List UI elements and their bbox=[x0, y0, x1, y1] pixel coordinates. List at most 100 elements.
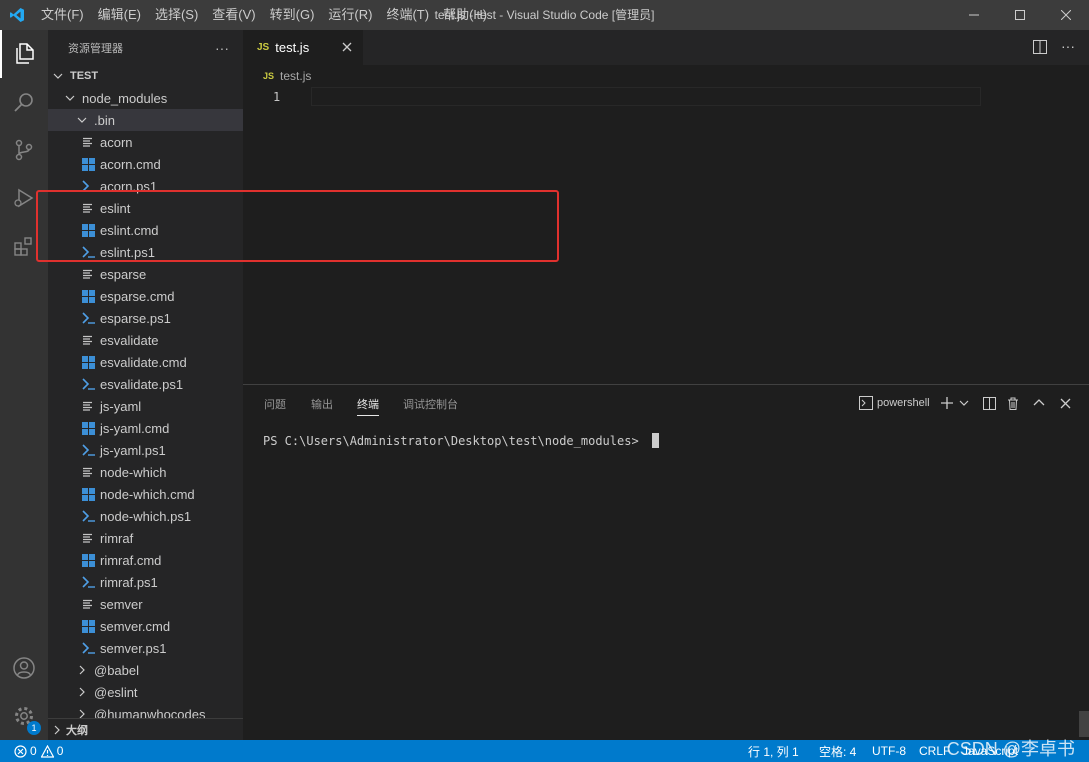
status-bar: 0 0 行 1, 列 1 空格: 4 UTF-8 CRLF JavaScript bbox=[0, 740, 1089, 762]
tab-test-js[interactable]: JS test.js bbox=[243, 30, 363, 65]
menu-item[interactable]: 终端(T) bbox=[379, 0, 436, 30]
menu-item[interactable]: 运行(R) bbox=[321, 0, 379, 30]
tab-problems[interactable]: 问题 bbox=[264, 396, 286, 412]
tree-file[interactable]: semver.ps1 bbox=[48, 637, 243, 659]
tree-file[interactable]: node-which.ps1 bbox=[48, 505, 243, 527]
tree-file[interactable]: esvalidate bbox=[48, 329, 243, 351]
tree-file[interactable]: semver.cmd bbox=[48, 615, 243, 637]
tree-file[interactable]: semver bbox=[48, 593, 243, 615]
tree-file[interactable]: esvalidate.cmd bbox=[48, 351, 243, 373]
tree-item-label: rimraf.cmd bbox=[100, 552, 162, 568]
tree-item-label: @babel bbox=[94, 662, 140, 678]
end-of-line[interactable]: CRLF bbox=[919, 740, 950, 762]
accounts-button[interactable] bbox=[0, 644, 48, 692]
tree-folder[interactable]: @eslint bbox=[48, 681, 243, 703]
new-terminal-button[interactable] bbox=[941, 394, 953, 412]
editor-more-button[interactable]: ··· bbox=[1061, 38, 1075, 54]
tree-file[interactable]: js-yaml.ps1 bbox=[48, 439, 243, 461]
menu-item[interactable]: 帮助(H) bbox=[436, 0, 494, 30]
split-editor-button[interactable] bbox=[1033, 40, 1047, 57]
tree-file[interactable]: node-which bbox=[48, 461, 243, 483]
chevron-down-icon bbox=[62, 93, 78, 103]
tree-file[interactable]: esvalidate.ps1 bbox=[48, 373, 243, 395]
terminal-output[interactable]: PS C:\Users\Administrator\Desktop\test\n… bbox=[263, 433, 659, 448]
menu-item[interactable]: 查看(V) bbox=[205, 0, 262, 30]
menu-item[interactable]: 编辑(E) bbox=[91, 0, 148, 30]
windows-icon bbox=[80, 354, 96, 370]
tree-file[interactable]: esparse bbox=[48, 263, 243, 285]
menu-item[interactable]: 文件(F) bbox=[34, 0, 91, 30]
tree-item-label: node-which bbox=[100, 464, 167, 480]
explorer-button[interactable] bbox=[0, 30, 48, 78]
settings-button[interactable]: 1 bbox=[0, 692, 48, 740]
menu-item[interactable]: 选择(S) bbox=[148, 0, 205, 30]
tree-file[interactable]: node-which.cmd bbox=[48, 483, 243, 505]
tab-terminal[interactable]: 终端 bbox=[357, 396, 379, 416]
close-window-button[interactable] bbox=[1043, 0, 1089, 30]
powershell-icon bbox=[80, 310, 96, 326]
powershell-icon bbox=[80, 442, 96, 458]
terminal-selector[interactable]: powershell bbox=[859, 394, 930, 412]
tree-file[interactable]: esparse.cmd bbox=[48, 285, 243, 307]
powershell-icon bbox=[80, 508, 96, 524]
file-lines-icon bbox=[80, 332, 96, 348]
tree-folder[interactable]: node_modules bbox=[48, 87, 243, 109]
more-actions-button[interactable]: ··· bbox=[215, 40, 229, 56]
terminal-icon bbox=[859, 396, 873, 410]
tree-item-label: acorn.cmd bbox=[100, 156, 161, 172]
tree-item-label: js-yaml bbox=[100, 398, 142, 414]
tree-file[interactable]: acorn bbox=[48, 131, 243, 153]
source-control-button[interactable] bbox=[0, 126, 48, 174]
tree-file[interactable]: js-yaml.cmd bbox=[48, 417, 243, 439]
powershell-icon bbox=[80, 376, 96, 392]
close-icon bbox=[342, 42, 352, 52]
close-tab-button[interactable] bbox=[339, 39, 355, 55]
split-editor-icon bbox=[1033, 40, 1047, 54]
tree-item-label: esparse.ps1 bbox=[100, 310, 171, 326]
tree-root-folder[interactable]: TEST bbox=[48, 65, 243, 87]
tree-file[interactable]: esparse.ps1 bbox=[48, 307, 243, 329]
kill-terminal-button[interactable] bbox=[1007, 394, 1019, 412]
problems-status[interactable]: 0 0 bbox=[14, 740, 63, 762]
tree-file[interactable]: acorn.cmd bbox=[48, 153, 243, 175]
activity-bar: 1 bbox=[0, 30, 48, 740]
explorer-title: 资源管理器 bbox=[68, 42, 123, 55]
terminal-dropdown-button[interactable] bbox=[959, 394, 969, 412]
error-count: 0 bbox=[30, 744, 37, 758]
file-lines-icon bbox=[80, 134, 96, 150]
settings-badge: 1 bbox=[27, 721, 41, 735]
javascript-file-icon: JS bbox=[263, 71, 275, 81]
menu-item[interactable]: 转到(G) bbox=[263, 0, 322, 30]
tree-file[interactable]: rimraf.cmd bbox=[48, 549, 243, 571]
minimize-button[interactable] bbox=[951, 0, 997, 30]
file-lines-icon bbox=[80, 596, 96, 612]
tree-file[interactable]: rimraf bbox=[48, 527, 243, 549]
tab-output[interactable]: 输出 bbox=[311, 396, 333, 412]
cursor-position[interactable]: 行 1, 列 1 bbox=[748, 740, 799, 762]
encoding[interactable]: UTF-8 bbox=[872, 740, 906, 762]
file-lines-icon bbox=[80, 530, 96, 546]
indentation[interactable]: 空格: 4 bbox=[819, 740, 856, 762]
tree-item-label: esparse.cmd bbox=[100, 288, 175, 304]
split-terminal-button[interactable] bbox=[983, 394, 996, 412]
breadcrumb: JS test.js bbox=[243, 65, 1089, 87]
warning-count: 0 bbox=[56, 744, 64, 758]
tree-item-label: esvalidate bbox=[100, 332, 159, 348]
breadcrumb-file[interactable]: test.js bbox=[280, 69, 311, 83]
title-bar: 文件(F) 编辑(E) 选择(S) 查看(V) 转到(G) 运行(R) 终端(T) 帮助(H)… bbox=[0, 0, 1089, 30]
powershell-icon bbox=[80, 574, 96, 590]
outline-section-header[interactable]: 大纲 bbox=[48, 718, 243, 740]
tree-folder[interactable]: .bin bbox=[48, 109, 243, 131]
tree-file[interactable]: rimraf.ps1 bbox=[48, 571, 243, 593]
windows-icon bbox=[80, 420, 96, 436]
maximize-button[interactable] bbox=[997, 0, 1043, 30]
tree-folder[interactable]: @babel bbox=[48, 659, 243, 681]
tree-item-label: TEST bbox=[70, 70, 99, 82]
maximize-panel-button[interactable] bbox=[1033, 394, 1045, 412]
close-panel-button[interactable] bbox=[1060, 394, 1071, 412]
debug-icon bbox=[14, 188, 34, 208]
tab-debug-console[interactable]: 调试控制台 bbox=[403, 396, 458, 412]
panel-scrollbar[interactable] bbox=[1079, 711, 1089, 737]
tree-file[interactable]: js-yaml bbox=[48, 395, 243, 417]
search-button[interactable] bbox=[0, 78, 48, 126]
